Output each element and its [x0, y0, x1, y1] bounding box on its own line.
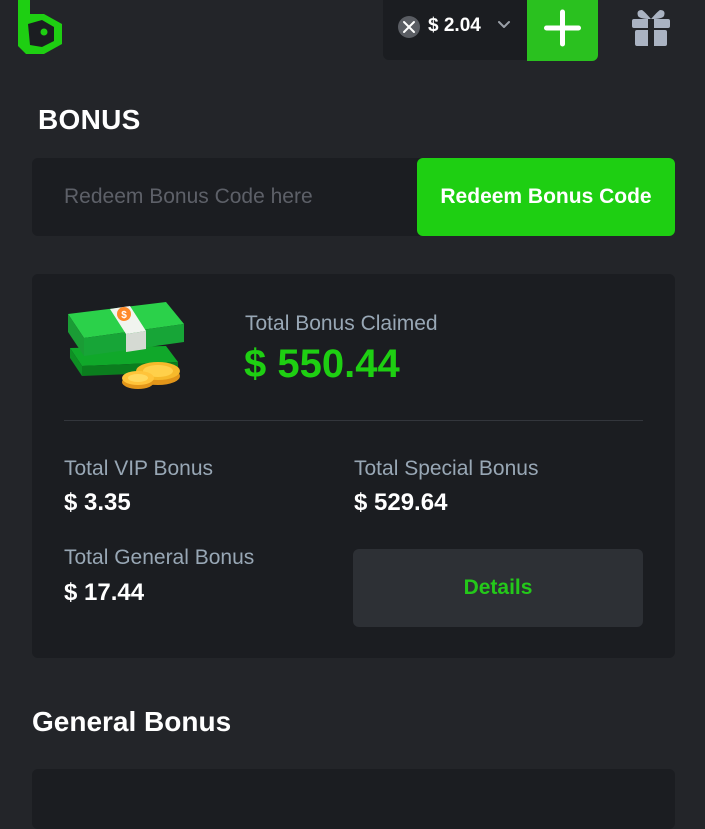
currency-coin-icon	[398, 16, 420, 38]
brand-logo-icon[interactable]	[18, 0, 64, 56]
bonus-code-input[interactable]	[32, 158, 416, 236]
page-title: BONUS	[38, 104, 141, 135]
svg-text:$: $	[121, 310, 127, 321]
money-stack-icon: $	[66, 298, 194, 394]
divider	[64, 420, 643, 421]
general-bonus-heading: General Bonus	[32, 706, 232, 737]
total-special-bonus-label: Total Special Bonus	[354, 457, 539, 480]
details-button[interactable]: Details	[353, 549, 643, 627]
total-bonus-claimed-value: $ 550.44	[244, 342, 400, 386]
total-vip-bonus-value: $ 3.35	[64, 489, 131, 516]
balance-amount: $ 2.04	[428, 15, 481, 36]
general-bonus-card	[32, 769, 675, 829]
redeem-bonus-code-button[interactable]: Redeem Bonus Code	[417, 158, 675, 236]
chevron-down-icon	[497, 18, 511, 32]
deposit-button[interactable]	[527, 0, 598, 61]
total-general-bonus-value: $ 17.44	[64, 579, 145, 606]
total-vip-bonus-label: Total VIP Bonus	[64, 457, 214, 480]
total-special-bonus-value: $ 529.64	[354, 489, 448, 516]
total-general-bonus-label: Total General Bonus	[64, 546, 255, 569]
total-bonus-claimed-label: Total Bonus Claimed	[245, 312, 438, 335]
gift-icon[interactable]	[630, 7, 672, 47]
